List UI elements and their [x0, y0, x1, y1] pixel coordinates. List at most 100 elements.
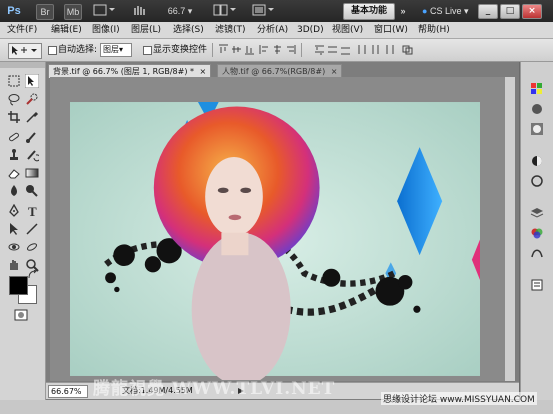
blur-tool-icon[interactable]	[7, 184, 21, 198]
crop-tool-icon[interactable]	[7, 110, 21, 124]
type-tool-icon[interactable]: T	[25, 204, 39, 218]
auto-align-layers-icon[interactable]	[402, 44, 413, 55]
layers-panel-icon[interactable]	[530, 206, 544, 220]
quick-mask-icon[interactable]	[14, 308, 28, 322]
show-transform-label: 显示变换控件	[153, 45, 208, 55]
quick-selection-tool-icon[interactable]	[25, 92, 39, 106]
tab-label: 人物.tif @ 66.7%(RGB/8#)	[222, 67, 326, 76]
minimize-button[interactable]: _	[478, 4, 498, 19]
menu-bar: 文件(F) 编辑(E) 图像(I) 图层(L) 选择(S) 滤镜(T) 分析(A…	[0, 22, 553, 39]
arrange-documents-icon[interactable]	[212, 4, 238, 18]
menu-help[interactable]: 帮助(H)	[418, 23, 450, 37]
menu-window[interactable]: 窗口(W)	[374, 23, 408, 37]
cs-live-icon: ●	[422, 6, 428, 16]
move-tool-icon	[12, 46, 37, 55]
separator	[301, 43, 302, 57]
tab-portrait-doc[interactable]: 人物.tif @ 66.7%(RGB/8#) ×	[217, 64, 343, 78]
menu-filter[interactable]: 滤镜(T)	[215, 23, 246, 37]
history-brush-tool-icon[interactable]	[25, 148, 39, 162]
separator	[212, 43, 213, 57]
options-bar: 自动选择: 图层▾ 显示变换控件	[0, 39, 553, 62]
distribute-vcenter-icon[interactable]	[327, 44, 338, 55]
close-button[interactable]: ×	[522, 4, 542, 19]
menu-3d[interactable]: 3D(D)	[297, 23, 324, 37]
menu-layer[interactable]: 图层(L)	[131, 23, 161, 37]
zoom-field[interactable]: 66.67%	[48, 385, 88, 398]
cs-live-button[interactable]: ● CS Live ▾	[422, 4, 469, 18]
zoom-level-select[interactable]: 66.7 ▾	[160, 4, 200, 18]
align-hcenter-icon[interactable]	[272, 44, 283, 55]
document-area: 背景.tif @ 66.7% (图层 1, RGB/8#) * × 人物.tif…	[46, 62, 519, 400]
menu-view[interactable]: 视图(V)	[332, 23, 363, 37]
close-icon[interactable]: ×	[331, 67, 338, 76]
panel-dock	[520, 62, 553, 400]
hand-tool-icon[interactable]	[7, 258, 21, 272]
distribute-bottom-icon[interactable]	[340, 44, 351, 55]
eyedropper-tool-icon[interactable]	[25, 110, 39, 124]
screen-mode-icon[interactable]	[250, 4, 276, 18]
adjustments-panel-icon[interactable]	[530, 102, 544, 116]
svg-text:T: T	[28, 204, 37, 218]
masks-panel-icon[interactable]	[530, 122, 544, 136]
clone-stamp-tool-icon[interactable]	[7, 148, 21, 162]
swap-colors-icon[interactable]	[28, 270, 38, 280]
align-vcenter-icon[interactable]	[231, 44, 242, 55]
mini-bridge-button[interactable]: Mb	[64, 4, 82, 20]
paths-panel-icon[interactable]	[530, 246, 544, 260]
history-panel-icon[interactable]	[530, 278, 544, 292]
auto-select-checkbox[interactable]	[48, 46, 57, 55]
auto-select-dropdown[interactable]: 图层▾	[100, 43, 132, 57]
gradient-tool-icon[interactable]	[25, 166, 39, 180]
brush-preset-panel-icon[interactable]	[530, 154, 544, 168]
watermark-text: 腾龍視覺 WWW.TLVI.NET	[93, 379, 336, 399]
document-canvas[interactable]	[50, 77, 515, 381]
menu-analysis[interactable]: 分析(A)	[257, 23, 288, 37]
expand-workspaces-button[interactable]: »	[396, 4, 410, 18]
menu-image[interactable]: 图像(I)	[92, 23, 120, 37]
menu-file[interactable]: 文件(F)	[7, 23, 37, 37]
view-extras-icon[interactable]	[92, 4, 116, 18]
distribute-top-icon[interactable]	[314, 44, 325, 55]
credit-text: 思缘设计论坛 www.MISSYUAN.COM	[381, 392, 537, 405]
menu-edit[interactable]: 编辑(E)	[51, 23, 82, 37]
tab-label: 背景.tif @ 66.7% (图层 1, RGB/8#) *	[53, 67, 194, 76]
show-transform-checkbox[interactable]	[143, 46, 152, 55]
align-left-icon[interactable]	[259, 44, 270, 55]
swatches-panel-icon[interactable]	[530, 82, 544, 96]
line-tool-icon[interactable]	[25, 222, 39, 236]
menu-select[interactable]: 选择(S)	[173, 23, 204, 37]
distribute-left-icon[interactable]	[357, 44, 368, 55]
close-icon[interactable]: ×	[200, 67, 207, 76]
vertical-scrollbar[interactable]	[505, 77, 515, 381]
tab-background-doc[interactable]: 背景.tif @ 66.7% (图层 1, RGB/8#) * ×	[48, 64, 212, 78]
auto-select-value: 图层	[103, 45, 119, 54]
3d-rotate-tool-icon[interactable]	[7, 240, 21, 254]
eraser-tool-icon[interactable]	[7, 166, 21, 180]
application-bar: Ps Br Mb 66.7 ▾ 基本功能 » ● CS Live ▾ _ □ ×	[0, 0, 553, 22]
brush-tool-icon[interactable]	[25, 130, 39, 144]
align-bottom-icon[interactable]	[244, 44, 255, 55]
align-right-icon[interactable]	[285, 44, 296, 55]
align-top-icon[interactable]	[218, 44, 229, 55]
bridge-button[interactable]: Br	[36, 4, 54, 20]
distribute-right-icon[interactable]	[383, 44, 394, 55]
3d-orbit-tool-icon[interactable]	[25, 240, 39, 254]
maximize-button[interactable]: □	[500, 4, 520, 19]
tools-panel: T	[0, 62, 46, 400]
lasso-tool-icon[interactable]	[7, 92, 21, 106]
foreground-color-swatch-top[interactable]	[9, 276, 28, 295]
move-tool-icon[interactable]	[25, 74, 39, 88]
marquee-tool-icon[interactable]	[7, 74, 21, 88]
clone-source-panel-icon[interactable]	[530, 174, 544, 188]
healing-brush-tool-icon[interactable]	[7, 130, 21, 144]
auto-select-label: 自动选择:	[58, 45, 98, 55]
path-selection-tool-icon[interactable]	[7, 222, 21, 236]
tool-preset-picker[interactable]	[8, 43, 42, 59]
zoom-level-value: 66.7	[167, 6, 186, 16]
distribute-hcenter-icon[interactable]	[370, 44, 381, 55]
pen-tool-icon[interactable]	[7, 204, 21, 218]
channels-panel-icon[interactable]	[530, 226, 544, 240]
workspace-switcher-button[interactable]: 基本功能	[343, 3, 395, 20]
dodge-tool-icon[interactable]	[25, 184, 39, 198]
hand-tool-icon[interactable]	[128, 4, 150, 18]
